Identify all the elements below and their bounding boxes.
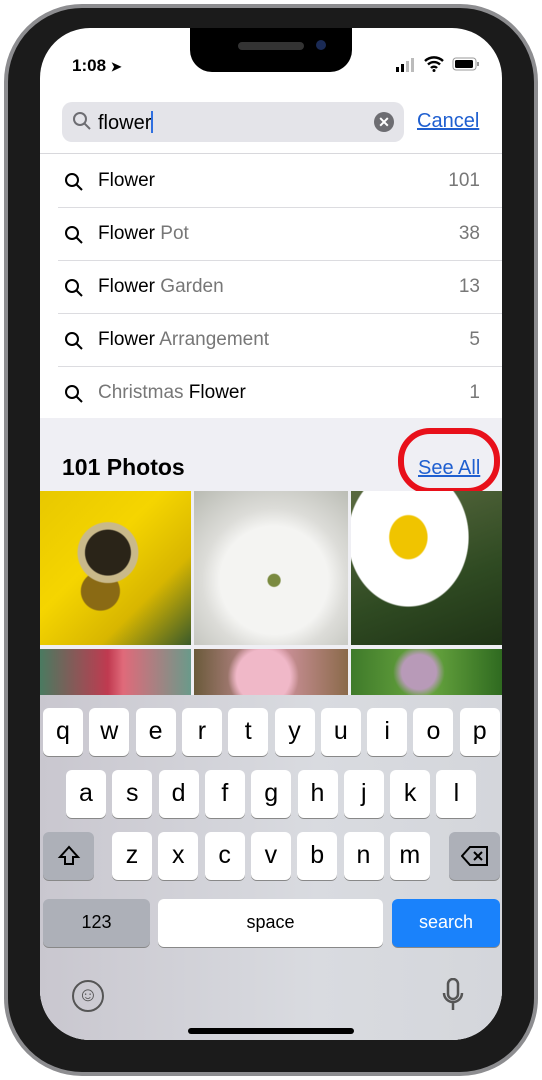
photo-bee[interactable] (40, 491, 191, 645)
home-indicator (188, 1028, 354, 1034)
search-key[interactable]: search (392, 899, 500, 947)
photo-pink-blossoms[interactable] (194, 649, 348, 695)
microphone-icon[interactable] (442, 978, 464, 1012)
key-b[interactable]: b (297, 832, 338, 880)
key-h[interactable]: h (297, 770, 338, 818)
suggestion-count: 5 (469, 329, 480, 350)
cancel-button[interactable]: Cancel (417, 110, 479, 133)
suggestion-label: Christmas Flower (98, 382, 246, 404)
photo-red-flower[interactable] (40, 649, 191, 695)
suggestion-match: Flower (98, 329, 156, 350)
suggestion-match: Flower (98, 223, 156, 244)
key-i[interactable]: i (367, 708, 408, 756)
search-input[interactable]: flower ✕ (62, 102, 404, 142)
highlight-circle (398, 428, 500, 494)
space-key[interactable]: space (158, 899, 383, 947)
key-t[interactable]: t (228, 708, 269, 756)
search-icon (65, 173, 83, 191)
speaker (238, 42, 304, 50)
suggestion-row[interactable]: Flower Pot 38 (58, 208, 502, 261)
suggestion-match: Flower (98, 170, 156, 191)
suggestion-match: Flower (188, 382, 246, 403)
suggestion-count: 1 (469, 382, 480, 403)
suggestion-rest: Pot (155, 223, 189, 244)
suggestion-row[interactable]: Flower 101 (58, 155, 502, 208)
key-q[interactable]: q (43, 708, 83, 756)
key-e[interactable]: e (135, 708, 176, 756)
screen: 1:08 ➤ flower ✕ Cancel Flower 101 Flower… (40, 28, 502, 1040)
backspace-key[interactable] (449, 832, 500, 880)
suggestion-row[interactable]: Flower Garden 13 (58, 261, 502, 314)
shift-key[interactable] (43, 832, 94, 880)
key-y[interactable]: y (274, 708, 315, 756)
suggestion-prefix: Christmas (98, 382, 189, 403)
suggestion-count: 13 (458, 276, 480, 297)
divider (40, 153, 502, 154)
text-caret (151, 111, 154, 133)
suggestion-row[interactable]: Christmas Flower 1 (58, 367, 502, 420)
key-f[interactable]: f (204, 770, 245, 818)
clear-icon[interactable]: ✕ (374, 112, 394, 132)
location-icon: ➤ (110, 59, 122, 74)
key-d[interactable]: d (158, 770, 199, 818)
search-icon (65, 279, 83, 297)
key-m[interactable]: m (389, 832, 430, 880)
battery-icon (452, 57, 479, 71)
key-o[interactable]: o (413, 708, 454, 756)
search-value: flower (98, 111, 154, 135)
key-u[interactable]: u (320, 708, 361, 756)
key-a[interactable]: a (66, 770, 106, 818)
signal-icon (396, 58, 414, 72)
key-l[interactable]: l (436, 770, 477, 818)
key-j[interactable]: j (343, 770, 384, 818)
suggestion-rest: Garden (155, 276, 224, 297)
camera (316, 40, 326, 50)
status-time: 1:08 ➤ (72, 56, 122, 76)
search-icon (73, 112, 91, 130)
key-c[interactable]: c (204, 832, 245, 880)
shift-icon (57, 845, 80, 865)
wifi-icon (424, 56, 444, 72)
suggestion-count: 38 (458, 223, 480, 244)
key-k[interactable]: k (390, 770, 431, 818)
suggestion-label: Flower Pot (98, 223, 189, 245)
suggestion-label: Flower Arrangement (98, 329, 269, 351)
suggestion-label: Flower (98, 170, 155, 192)
suggestion-count: 101 (448, 170, 480, 191)
key-z[interactable]: z (112, 832, 152, 880)
notch (190, 28, 352, 72)
emoji-icon[interactable]: ☺ (72, 980, 104, 1012)
search-icon (65, 385, 83, 403)
backspace-icon (460, 846, 488, 866)
search-icon (65, 332, 83, 350)
key-v[interactable]: v (250, 832, 291, 880)
photo-lilac-bush[interactable] (351, 649, 502, 695)
search-icon (65, 226, 83, 244)
key-x[interactable]: x (158, 832, 199, 880)
key-n[interactable]: n (343, 832, 384, 880)
photo-white-blossom[interactable] (194, 491, 348, 645)
key-g[interactable]: g (251, 770, 292, 818)
photos-count-title: 101 Photos (62, 454, 185, 480)
photo-daisy[interactable] (351, 491, 502, 645)
search-text: flower (98, 112, 152, 134)
suggestion-rest: Arrangement (155, 329, 270, 350)
key-r[interactable]: r (181, 708, 222, 756)
key-p[interactable]: p (459, 708, 500, 756)
suggestion-row[interactable]: Flower Arrangement 5 (58, 314, 502, 367)
suggestion-match: Flower (98, 276, 156, 297)
key-s[interactable]: s (112, 770, 153, 818)
suggestion-label: Flower Garden (98, 276, 224, 298)
numbers-key[interactable]: 123 (43, 899, 150, 947)
time-text: 1:08 (72, 56, 107, 75)
key-w[interactable]: w (89, 708, 130, 756)
